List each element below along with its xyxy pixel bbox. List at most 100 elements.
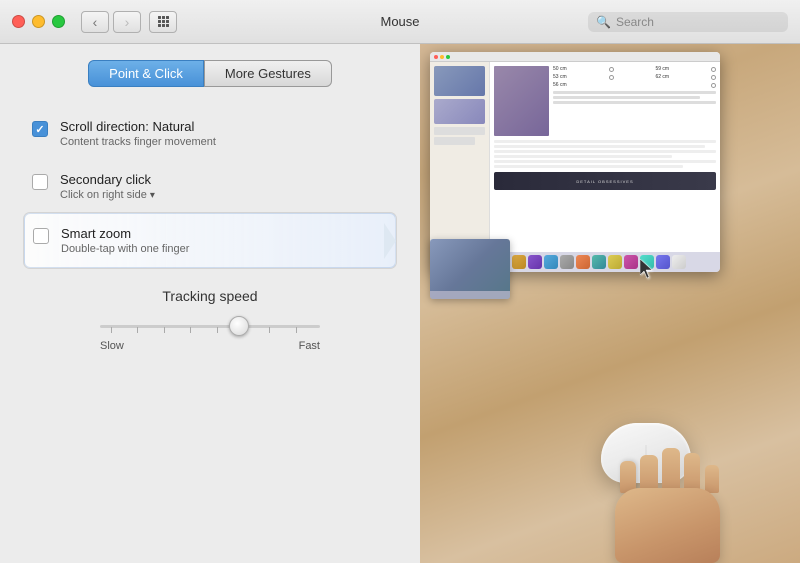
screen-zoom <box>446 55 450 59</box>
option-smart-zoom: Smart zoom Double-tap with one finger <box>24 213 396 268</box>
tracking-section: Tracking speed <box>24 288 396 352</box>
grid-button[interactable] <box>149 11 177 33</box>
tick-3 <box>164 327 165 333</box>
title-bar: ‹ › Mouse 🔍 Search <box>0 0 800 44</box>
search-placeholder: Search <box>616 15 780 29</box>
dock-icon-12 <box>640 255 654 269</box>
tick-4 <box>190 327 191 333</box>
palm <box>615 488 720 563</box>
option-secondary-click: Secondary click Click on right side ▾ <box>24 160 396 213</box>
scroll-direction-label: Scroll direction: Natural <box>60 119 216 134</box>
tab-row: Point & Click More Gestures <box>24 60 396 87</box>
traffic-lights <box>12 15 65 28</box>
option-text-secondary: Secondary click Click on right side ▾ <box>60 172 155 201</box>
screen-close <box>434 55 438 59</box>
text-line-3 <box>553 101 716 104</box>
left-panel: Point & Click More Gestures Scroll direc… <box>0 44 420 563</box>
forward-icon: › <box>125 14 130 30</box>
secondary-click-dropdown-arrow[interactable]: ▾ <box>150 190 155 201</box>
option-scroll-direction: Scroll direction: Natural Content tracks… <box>24 107 396 160</box>
search-box[interactable]: 🔍 Search <box>588 12 788 32</box>
size-row-2: 53 cm 62 cm <box>553 74 716 80</box>
sidebar-thumb-1 <box>434 66 485 96</box>
screen-minimize <box>440 55 444 59</box>
tick-1 <box>111 327 112 333</box>
dock-icon-13 <box>656 255 670 269</box>
dock-icon-10 <box>608 255 622 269</box>
checkbox-secondary-click[interactable] <box>32 174 48 190</box>
dock-icon-11 <box>624 255 638 269</box>
tracking-speed-label: Tracking speed <box>162 288 257 304</box>
slow-label: Slow <box>100 340 124 352</box>
smart-zoom-arrow <box>384 223 396 259</box>
back-button[interactable]: ‹ <box>81 11 109 33</box>
size-59: 59 cm <box>655 66 669 72</box>
size-row-3: 56 cm <box>553 82 716 88</box>
text-line-2 <box>553 96 700 99</box>
finger-index <box>684 453 700 493</box>
dock-icon-9 <box>592 255 606 269</box>
screen-toolbar <box>456 54 712 60</box>
smart-zoom-label: Smart zoom <box>61 226 189 241</box>
dock-icon-5 <box>528 255 542 269</box>
radio-3 <box>609 75 614 80</box>
radio-2 <box>711 67 716 72</box>
radio-5 <box>711 83 716 88</box>
size-53: 53 cm <box>553 74 567 80</box>
product-row: 50 cm 59 cm 53 cm 62 cm <box>494 66 716 136</box>
tab-more-gestures[interactable]: More Gestures <box>204 60 332 87</box>
product-details: 50 cm 59 cm 53 cm 62 cm <box>553 66 716 136</box>
body-text-3 <box>494 150 716 153</box>
checkbox-scroll-direction[interactable] <box>32 121 48 137</box>
close-button[interactable] <box>12 15 25 28</box>
slider-thumb[interactable] <box>229 316 249 336</box>
search-icon: 🔍 <box>596 15 611 29</box>
body-text-2 <box>494 145 705 148</box>
tick-2 <box>137 327 138 333</box>
tick-5 <box>217 327 218 333</box>
sidebar-thumb-2 <box>434 99 485 124</box>
product-text-block <box>553 91 716 104</box>
banner-text: DETAIL OBSESSIVES <box>576 179 633 184</box>
dock-icon-7 <box>560 255 574 269</box>
back-icon: ‹ <box>93 14 98 30</box>
sidebar-line-2 <box>434 137 475 145</box>
option-text-smart-zoom: Smart zoom Double-tap with one finger <box>61 226 189 255</box>
secondary-click-sublabel-text: Click on right side <box>60 189 147 201</box>
slider-labels: Slow Fast <box>100 340 320 352</box>
main-content: Point & Click More Gestures Scroll direc… <box>0 44 800 563</box>
preview-image-area: 50 cm 59 cm 53 cm 62 cm <box>420 44 800 563</box>
forward-button[interactable]: › <box>113 11 141 33</box>
screen-main-content: 50 cm 59 cm 53 cm 62 cm <box>490 62 720 272</box>
checkbox-smart-zoom[interactable] <box>33 228 49 244</box>
tab-point-click[interactable]: Point & Click <box>88 60 204 87</box>
slider-track[interactable] <box>100 316 320 336</box>
thumb-image <box>430 239 510 299</box>
finger-middle <box>662 448 680 493</box>
body-text-1 <box>494 140 716 143</box>
radio-4 <box>711 75 716 80</box>
text-line-1 <box>553 91 716 94</box>
nav-buttons: ‹ › <box>81 11 141 33</box>
scroll-direction-sublabel: Content tracks finger movement <box>60 136 216 148</box>
secondary-click-sublabel: Click on right side ▾ <box>60 189 155 201</box>
product-image <box>494 66 549 136</box>
size-62: 62 cm <box>655 74 669 80</box>
tick-7 <box>269 327 270 333</box>
size-row-1: 50 cm 59 cm <box>553 66 716 72</box>
finger-thumb <box>705 465 719 493</box>
dock-icon-8 <box>576 255 590 269</box>
body-text-5 <box>494 160 716 163</box>
minimize-button[interactable] <box>32 15 45 28</box>
zoom-button[interactable] <box>52 15 65 28</box>
body-text-6 <box>494 165 683 168</box>
grid-icon <box>158 16 169 27</box>
right-panel: 50 cm 59 cm 53 cm 62 cm <box>420 44 800 563</box>
thumb-dock <box>430 291 510 299</box>
screen-menubar <box>430 52 720 62</box>
smart-zoom-sublabel: Double-tap with one finger <box>61 243 189 255</box>
dock-icon-14 <box>672 255 686 269</box>
option-text-scroll: Scroll direction: Natural Content tracks… <box>60 119 216 148</box>
dock-icon-6 <box>544 255 558 269</box>
small-thumbnail <box>430 239 510 299</box>
